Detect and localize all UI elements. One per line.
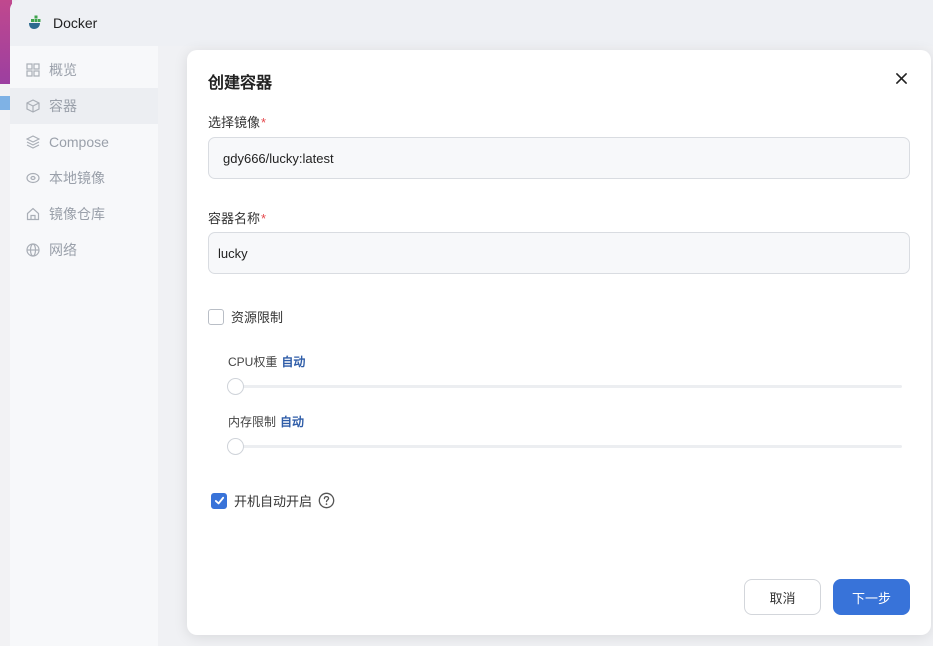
- docker-whale-icon: [26, 14, 44, 32]
- container-name-label: 容器名称*: [208, 211, 267, 226]
- slider-track: [227, 385, 902, 388]
- globe-icon: [26, 243, 40, 257]
- home-icon: [26, 207, 40, 221]
- disk-icon: [26, 171, 40, 185]
- container-name-input[interactable]: [208, 232, 910, 274]
- autostart-option[interactable]: 开机自动开启: [211, 491, 335, 510]
- dialog-title: 创建容器: [208, 75, 273, 92]
- required-mark: *: [261, 115, 267, 130]
- help-icon[interactable]: [318, 492, 335, 509]
- sidebar-item-label: Compose: [49, 134, 109, 150]
- check-icon: [214, 496, 224, 505]
- slider-track: [227, 445, 902, 448]
- title-bar: Docker: [10, 0, 933, 46]
- sidebar-item-label: 本地镜像: [49, 170, 105, 186]
- window-title: Docker: [53, 15, 98, 31]
- close-button[interactable]: [893, 72, 909, 88]
- autostart-label: 开机自动开启: [234, 494, 313, 509]
- close-icon: [895, 71, 907, 89]
- slider-thumb[interactable]: [227, 438, 244, 455]
- image-input[interactable]: [208, 137, 910, 179]
- create-container-dialog: 创建容器 选择镜像* 容器名称* 资源限制 CPU权重自动 内存限制自动 开机自…: [187, 50, 931, 635]
- cancel-button[interactable]: 取消: [744, 579, 821, 615]
- cube-icon: [26, 99, 40, 113]
- sidebar-item-label: 概览: [49, 62, 77, 78]
- sidebar-item-label: 容器: [49, 98, 77, 114]
- slider-thumb[interactable]: [227, 378, 244, 395]
- image-field-label: 选择镜像*: [208, 115, 267, 130]
- memory-limit-slider[interactable]: [227, 438, 902, 455]
- cpu-weight-value: 自动: [281, 355, 306, 369]
- sidebar-item-label: 镜像仓库: [49, 206, 105, 222]
- next-button[interactable]: 下一步: [833, 579, 910, 615]
- resource-limit-checkbox[interactable]: [208, 308, 224, 325]
- autostart-checkbox[interactable]: [211, 492, 227, 509]
- cpu-weight-slider[interactable]: [227, 378, 902, 395]
- cpu-weight-label: CPU权重 自动: [228, 355, 306, 369]
- memory-limit-value: 自动: [280, 415, 305, 429]
- layers-icon: [26, 135, 40, 149]
- resource-limit-label: 资源限制: [231, 310, 284, 325]
- required-mark: *: [261, 211, 267, 226]
- resource-limit-option[interactable]: 资源限制: [208, 307, 283, 326]
- sidebar-item-label: 网络: [49, 242, 77, 258]
- memory-limit-label: 内存限制 自动: [228, 415, 305, 429]
- grid-icon: [26, 63, 40, 77]
